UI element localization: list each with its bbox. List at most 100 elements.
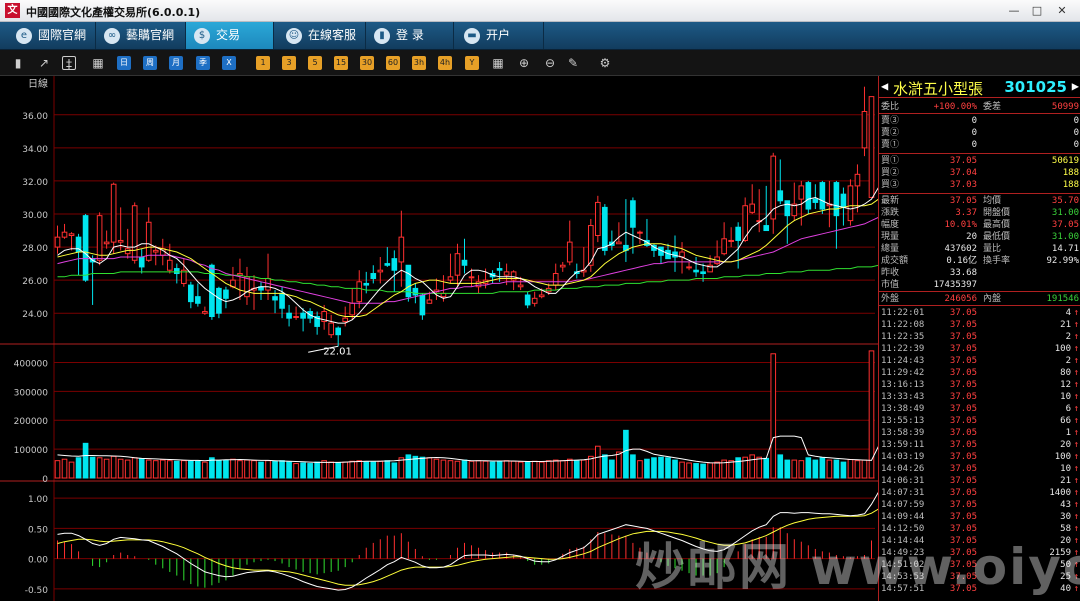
year-button[interactable]: Y (465, 56, 479, 70)
zoom-in-icon[interactable]: ⊕ (517, 56, 531, 70)
volume-bar (335, 462, 342, 479)
prev-stock-icon[interactable]: ◀ (881, 79, 888, 93)
tick-row: 11:29:42 37.05 80 ↑ (879, 367, 1080, 379)
tick-volume: 1 (1065, 428, 1071, 438)
tick-up-arrow-icon: ↑ (1073, 332, 1079, 342)
stat-label: 漲跌 (881, 208, 900, 218)
menu-trade[interactable]: $ 交易 (186, 22, 274, 49)
candle-body (195, 296, 201, 304)
minute-5-button[interactable]: 5 (308, 56, 322, 70)
volume-bar (693, 463, 699, 479)
volume-bar (714, 461, 720, 479)
period-quarter-button[interactable]: 季 (196, 56, 210, 70)
volume-bar (110, 455, 117, 479)
period-x-button[interactable]: X (222, 56, 236, 70)
candle-body (630, 200, 636, 228)
tick-volume: 10 (1060, 464, 1071, 474)
menu-login[interactable]: ▮ 登 录 (366, 22, 454, 49)
hour-4-button[interactable]: 4h (438, 56, 452, 70)
volume-bar (89, 456, 96, 479)
menu-open-account[interactable]: ▬ 开户 (456, 22, 544, 49)
grid-icon[interactable]: ▦ (491, 56, 505, 70)
minute-15-button[interactable]: 15 (334, 56, 348, 70)
tick-volume: 12 (1060, 380, 1071, 390)
close-button[interactable]: ✕ (1052, 3, 1072, 18)
tick-up-arrow-icon: ↑ (1073, 416, 1079, 426)
volume-bar (279, 460, 285, 479)
gear-icon[interactable]: ⚙ (598, 56, 612, 70)
calendar-icon[interactable]: ▦ (91, 56, 105, 70)
hour-3-button[interactable]: 3h (412, 56, 426, 70)
tick-volume: 2 (1065, 332, 1071, 342)
volume-bar (573, 460, 580, 479)
low-price-label: 22.01 (323, 346, 352, 357)
kline-chart[interactable]: 日線 36.00 34.00 32.00 30.00 28.00 26.00 24.00 400… (0, 76, 878, 601)
volume-bar (124, 459, 131, 479)
minute-60-button[interactable]: 60 (386, 56, 400, 70)
menu-online-service[interactable]: ☺ 在線客服 (278, 22, 366, 49)
buy-volume: 188 (1062, 168, 1079, 178)
quote-stat-row: 成交額 0.16亿 換手率 92.99% (879, 255, 1080, 267)
candle-body (202, 311, 208, 314)
buy-price: 37.04 (949, 168, 977, 178)
volume-bar (237, 460, 243, 479)
candle-body (356, 281, 363, 303)
candle-body (763, 225, 770, 232)
line-chart-icon[interactable]: ↗ (37, 56, 51, 70)
tick-time: 13:55:13 (881, 416, 925, 426)
menu-art-site[interactable]: ∞ 藝購官網 (96, 22, 186, 49)
candle-chart-icon[interactable]: ‡ (62, 56, 76, 71)
quote-stat-row: 最新 37.05 均價 35.70 (879, 195, 1080, 207)
minute-30-button[interactable]: 30 (360, 56, 374, 70)
volume-bar (784, 459, 791, 479)
volume-bar (496, 460, 503, 479)
tick-time: 13:58:39 (881, 428, 925, 438)
zoom-out-icon[interactable]: ⊖ (543, 56, 557, 70)
volume-bar (398, 457, 405, 479)
price-tick-label: 30.00 (22, 211, 48, 221)
volume-bar (707, 462, 713, 479)
volume-tick-label: 100000 (14, 446, 49, 456)
bar-chart-icon[interactable]: ▮ (11, 56, 25, 70)
tick-row: 11:22:01 37.05 4 ↑ (879, 307, 1080, 319)
volume-bar (700, 463, 706, 479)
volume-bar (68, 461, 75, 479)
tick-time: 14:09:44 (881, 512, 925, 522)
period-week-button[interactable]: 周 (143, 56, 157, 70)
app-icon: 文 (5, 3, 20, 18)
volume-bar (251, 460, 257, 479)
period-month-button[interactable]: 月 (169, 56, 183, 70)
volume-bar (377, 460, 384, 479)
volume-bar (454, 460, 461, 479)
volume-bar (566, 458, 573, 479)
next-stock-icon[interactable]: ▶ (1072, 79, 1079, 93)
volume-bar (223, 459, 229, 479)
maximize-button[interactable]: □ (1027, 3, 1047, 18)
volume-bar (265, 460, 271, 479)
stat-value: 35.70 (1051, 196, 1079, 206)
volume-bar (517, 461, 524, 479)
stat-value: 0.16亿 (946, 256, 977, 266)
tick-row: 14:07:31 37.05 1400 ↑ (879, 487, 1080, 499)
minute-1-button[interactable]: 1 (256, 56, 270, 70)
volume-bar (54, 460, 61, 479)
price-tick-label: 28.00 (22, 244, 48, 254)
minute-3-button[interactable]: 3 (282, 56, 296, 70)
stat-value: 31.00 (1051, 232, 1079, 242)
macd-tick-label: 0.50 (28, 525, 48, 535)
volume-bar (728, 460, 734, 479)
panel-separator (879, 193, 1080, 194)
tick-row: 13:59:11 37.05 20 ↑ (879, 439, 1080, 451)
minimize-button[interactable]: — (1004, 3, 1024, 18)
tick-time: 11:22:35 (881, 332, 925, 342)
buy-level-label: 買① (881, 156, 900, 166)
volume-bar (580, 459, 587, 479)
menu-intl-site[interactable]: e 國際官網 (8, 22, 96, 49)
buy-level-label: 買③ (881, 180, 900, 190)
draw-icon[interactable]: ✎ (566, 56, 580, 70)
tick-price: 37.05 (949, 368, 977, 378)
market-cap-label: 市值 (881, 280, 900, 290)
tick-volume: 21 (1060, 320, 1071, 330)
candle-body (117, 239, 124, 243)
period-day-button[interactable]: 日 (117, 56, 131, 70)
